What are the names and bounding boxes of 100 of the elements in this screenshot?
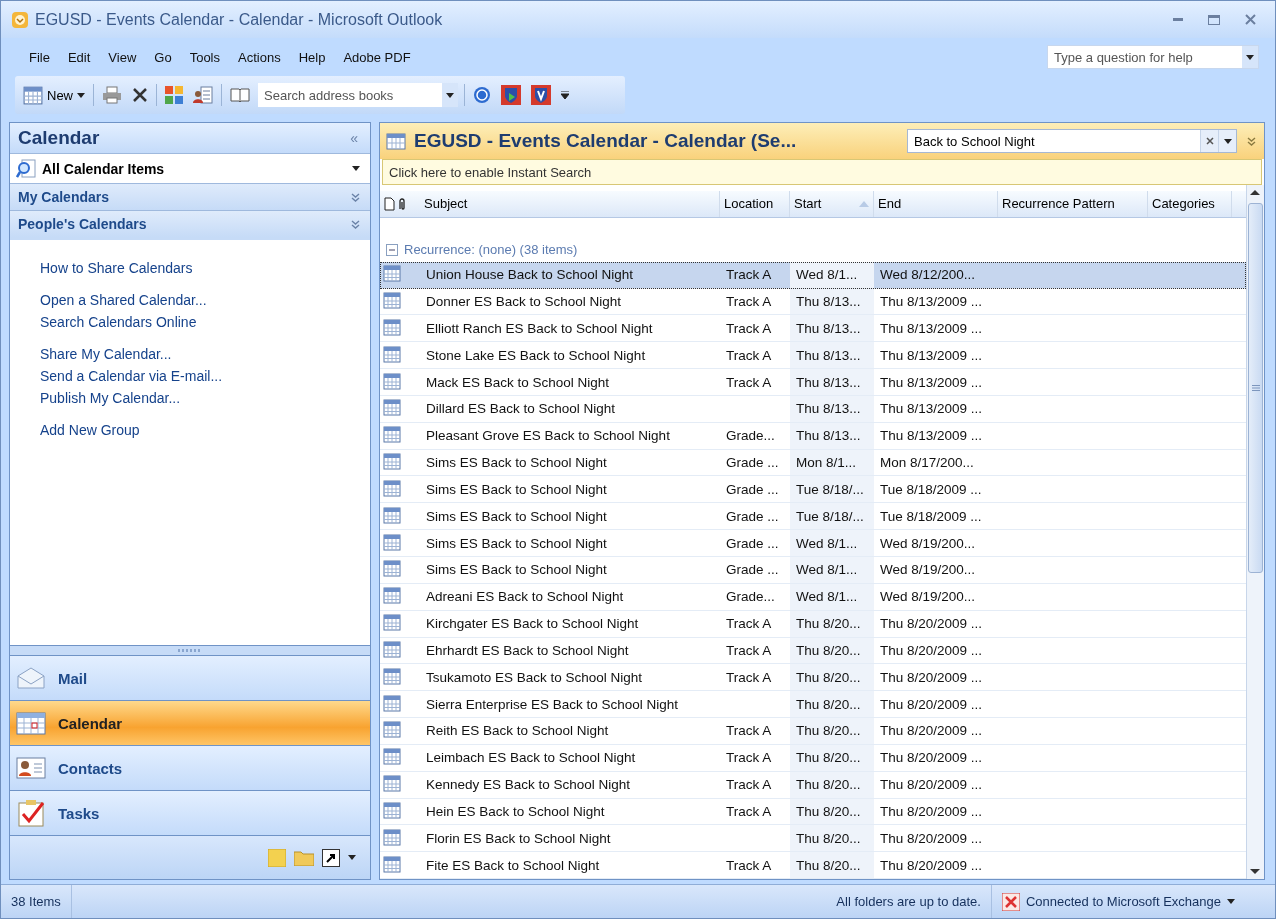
end-cell-text: Thu 8/20/2009 ...: [879, 642, 984, 658]
column-header[interactable]: Start: [790, 191, 874, 217]
appointment-row[interactable]: Pleasant Grove ES Back to School Night Grade... Thu 8/13... Thu 8/13/2009 ...: [380, 422, 1246, 450]
connection-status[interactable]: Connected to Microsoft Exchange: [991, 892, 1245, 911]
help-search-combo-box[interactable]: Type a question for help: [1047, 45, 1259, 69]
end-cell-text: Thu 8/20/2009 ...: [879, 830, 984, 846]
appointment-row[interactable]: Fite ES Back to School Night Track A Thu 8/20... Thu 8/20/2009 ...: [380, 852, 1246, 879]
menu-item[interactable]: View: [100, 46, 145, 68]
menu-item[interactable]: Go: [146, 46, 180, 68]
location-cell-text: Track A: [725, 293, 773, 309]
help-icon: [473, 86, 491, 104]
new-button[interactable]: New: [21, 83, 87, 107]
nav-link[interactable]: Send a Calendar via E-mail...: [40, 368, 340, 384]
section-header[interactable]: People's Calendars: [10, 210, 370, 237]
calendar-icon: [383, 505, 401, 524]
end-cell-text: Thu 8/13/2009 ...: [879, 347, 984, 363]
location-cell-text: Grade ...: [725, 562, 780, 578]
nav-button[interactable]: Calendar: [10, 700, 370, 745]
appointment-row[interactable]: Sierra Enterprise ES Back to School Night Thu 8/20... Thu 8/20/2009 ...: [380, 691, 1246, 719]
print-button[interactable]: [100, 84, 124, 106]
appointment-row[interactable]: Kennedy ES Back to School Night Track A Thu 8/20... Thu 8/20/2009 ...: [380, 771, 1246, 799]
nav-button[interactable]: Contacts: [10, 745, 370, 790]
contact-card-icon: [16, 756, 46, 780]
appointment-row[interactable]: Reith ES Back to School Night Track A Thu 8/20... Thu 8/20/2009 ...: [380, 718, 1246, 745]
scrollbar-thumb[interactable]: [1248, 203, 1263, 573]
appointment-row[interactable]: Sims ES Back to School Night Grade ... Tue 8/18/... Tue 8/18/2009 ...: [380, 503, 1246, 531]
appointment-row[interactable]: Leimbach ES Back to School Night Track A Thu 8/20... Thu 8/20/2009 ...: [380, 744, 1246, 772]
sync-status: All folders are up to date.: [826, 885, 992, 918]
shield-button[interactable]: [499, 83, 523, 107]
menu-item[interactable]: Edit: [59, 46, 99, 68]
section-header[interactable]: My Calendars: [10, 183, 370, 210]
location-cell-text: Grade ...: [725, 455, 780, 471]
appointment-row[interactable]: Ehrhardt ES Back to School Night Track A Thu 8/20... Thu 8/20/2009 ...: [380, 637, 1246, 665]
book-button[interactable]: [228, 85, 252, 105]
appointment-row[interactable]: Sims ES Back to School Night Grade ... Mon 8/1... Mon 8/17/200...: [380, 449, 1246, 477]
appointment-row[interactable]: Kirchgater ES Back to School Night Track A Thu 8/20... Thu 8/20/2009 ...: [380, 610, 1246, 638]
address-book-button[interactable]: [191, 84, 215, 106]
appointment-row[interactable]: Stone Lake ES Back to School Night Track A Thu 8/13... Thu 8/13/2009 ...: [380, 342, 1246, 370]
end-cell-text: Wed 8/19/200...: [879, 562, 977, 578]
appointment-row[interactable]: Mack ES Back to School Night Track A Thu 8/13... Thu 8/13/2009 ...: [380, 369, 1246, 396]
clear-search-button[interactable]: [1200, 130, 1218, 152]
menu-item[interactable]: File: [21, 46, 58, 68]
menu-item[interactable]: Tools: [181, 46, 228, 68]
help-button[interactable]: [471, 84, 493, 106]
column-header[interactable]: Subject: [420, 191, 720, 217]
nav-link[interactable]: Open a Shared Calendar...: [40, 292, 340, 308]
calendar-icon: [383, 854, 401, 873]
appointment-row[interactable]: Sims ES Back to School Night Grade ... Wed 8/1... Wed 8/19/200...: [380, 557, 1246, 584]
nav-link[interactable]: Publish My Calendar...: [40, 390, 340, 406]
end-cell-text: Wed 8/12/200...: [879, 267, 977, 283]
column-header[interactable]: Location: [720, 191, 790, 217]
categorize-button[interactable]: [163, 84, 185, 106]
start-cell: Thu 8/20...: [790, 691, 874, 718]
location-cell-text: Track A: [725, 723, 773, 739]
help-dropdown-button[interactable]: [1242, 46, 1258, 68]
instant-search-banner[interactable]: Click here to enable Instant Search: [382, 159, 1262, 185]
appointment-row[interactable]: Tsukamoto ES Back to School Night Track A Thu 8/20... Thu 8/20/2009 ...: [380, 664, 1246, 692]
nav-link[interactable]: Search Calendars Online: [40, 314, 340, 330]
subject-cell-text: Pleasant Grove ES Back to School Night: [425, 428, 671, 444]
nav-button[interactable]: Mail: [10, 655, 370, 700]
nav-button[interactable]: Tasks: [10, 790, 370, 835]
appointment-row[interactable]: Elliott Ranch ES Back to School Night Track A Thu 8/13... Thu 8/13/2009 ...: [380, 315, 1246, 343]
menu-item[interactable]: Adobe PDF: [335, 46, 419, 68]
calendar-icon: [16, 711, 46, 735]
column-header[interactable]: Recurrence Pattern: [998, 191, 1148, 217]
appointment-row[interactable]: Florin ES Back to School Night Thu 8/20... Thu 8/20/2009 ...: [380, 825, 1246, 853]
appointment-row[interactable]: Sims ES Back to School Night Grade ... Tue 8/18/... Tue 8/18/2009 ...: [380, 476, 1246, 504]
appointment-row[interactable]: Donner ES Back to School Night Track A Thu 8/13... Thu 8/13/2009 ...: [380, 288, 1246, 316]
nav-link[interactable]: Add New Group: [40, 422, 340, 438]
menu-item[interactable]: Actions: [230, 46, 289, 68]
instant-search-box[interactable]: Back to School Night: [907, 129, 1237, 153]
shield-button[interactable]: [529, 83, 553, 107]
column-header[interactable]: End: [874, 191, 998, 217]
shortcut-icon[interactable]: [322, 848, 340, 867]
appointment-row[interactable]: Hein ES Back to School Night Track A Thu 8/20... Thu 8/20/2009 ...: [380, 798, 1246, 826]
search-options-button[interactable]: [1218, 130, 1236, 152]
subject-cell-text: Elliott Ranch ES Back to School Night: [425, 320, 654, 336]
address-dropdown-button[interactable]: [442, 83, 458, 107]
end-cell-text: Wed 8/19/200...: [879, 535, 977, 551]
toolbar-options-button[interactable]: [559, 89, 571, 101]
nav-link[interactable]: How to Share Calendars: [40, 260, 340, 276]
nav-link[interactable]: Share My Calendar...: [40, 346, 340, 362]
end-cell-text: Thu 8/13/2009 ...: [879, 428, 984, 444]
subject-cell-text: Sims ES Back to School Night: [425, 535, 608, 551]
subject-cell-text: Donner ES Back to School Night: [425, 293, 623, 309]
menu-item[interactable]: Help: [290, 46, 334, 68]
caret-icon: [1227, 899, 1235, 904]
column-header[interactable]: Categories: [1148, 191, 1232, 217]
appointment-row[interactable]: Adreani ES Back to School Night Grade... Wed 8/1... Wed 8/19/200...: [380, 583, 1246, 611]
printer-icon: [102, 86, 122, 104]
appointment-row[interactable]: Union House Back to School Night Track A Wed 8/1... Wed 8/12/200...: [380, 261, 1246, 289]
location-cell-text: Grade...: [725, 428, 776, 444]
location-cell-text: Track A: [725, 616, 773, 632]
subject-cell-text: Fite ES Back to School Night: [425, 857, 601, 873]
subject-cell-text: Hein ES Back to School Night: [425, 804, 606, 819]
appointment-row[interactable]: Sims ES Back to School Night Grade ... Wed 8/1... Wed 8/19/200...: [380, 530, 1246, 557]
appointment-row[interactable]: Dillard ES Back to School Night Thu 8/13... Thu 8/13/2009 ...: [380, 395, 1246, 423]
splitter-grip[interactable]: [178, 649, 202, 652]
collapse-group-button[interactable]: [386, 243, 398, 256]
calendar-icon: [383, 290, 401, 309]
